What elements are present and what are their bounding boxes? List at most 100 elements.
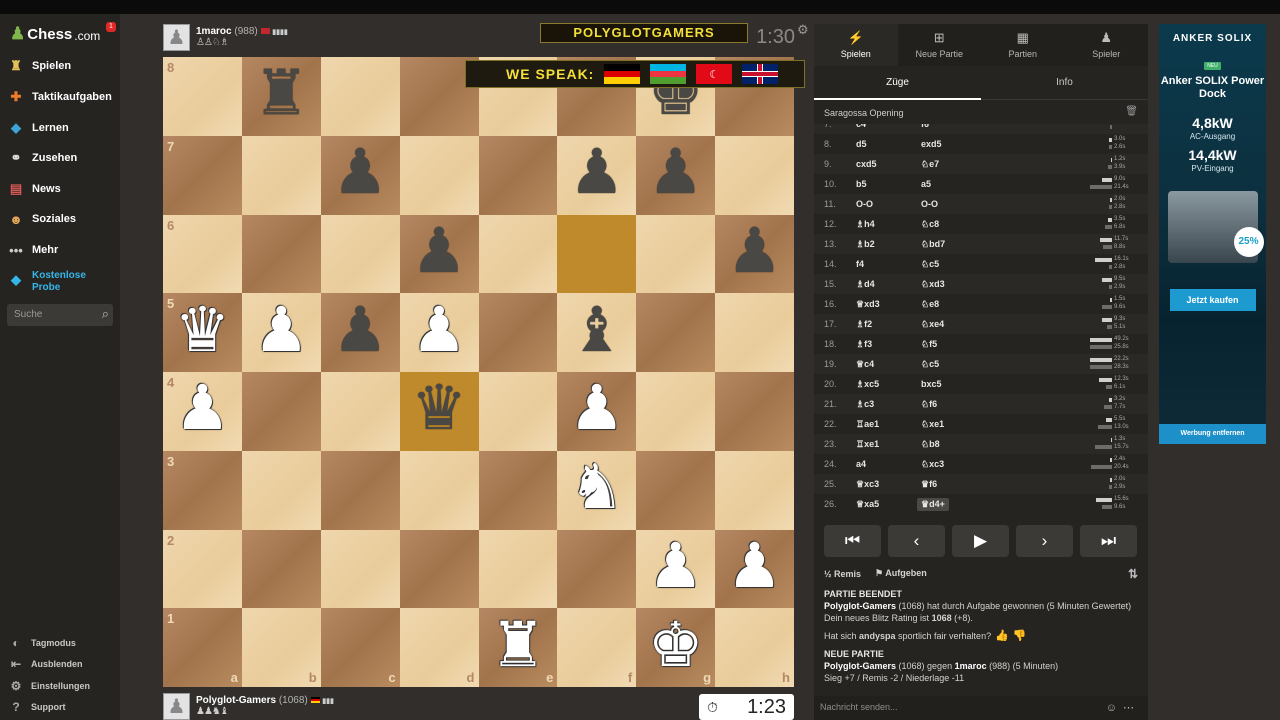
chat-input[interactable]: Nachricht senden... ☺⋯: [814, 696, 1148, 720]
sidebar-item-taktikaufgaben[interactable]: ✚ Taktikaufgaben: [8, 89, 112, 105]
black-piece[interactable]: ♜: [254, 63, 310, 125]
sidebar-item-spielen[interactable]: ♜ Spielen: [8, 58, 71, 74]
thumbs-down-icon[interactable]: 👎: [1013, 630, 1027, 642]
square-c2[interactable]: [320, 529, 400, 609]
black-move[interactable]: ♘f6: [921, 399, 937, 410]
square-d6[interactable]: ♟: [399, 214, 479, 294]
white-move[interactable]: ♗c3: [856, 399, 874, 410]
white-move[interactable]: ♗d4: [856, 279, 875, 290]
black-move[interactable]: ♘f5: [921, 339, 937, 350]
black-piece[interactable]: ♟: [332, 299, 388, 362]
black-move[interactable]: ♛f6: [921, 479, 937, 490]
square-c8[interactable]: [320, 57, 400, 136]
white-move[interactable]: cxd5: [856, 159, 877, 169]
previous-move-button[interactable]: ‹: [888, 525, 945, 557]
opening-name[interactable]: Saragossa Opening: [824, 108, 904, 118]
black-move[interactable]: ♘xe4: [921, 319, 944, 330]
resign-button[interactable]: ⚑ Aufgeben: [875, 568, 927, 579]
black-move[interactable]: ♘xe1: [921, 419, 944, 430]
next-move-button[interactable]: ›: [1016, 525, 1073, 557]
square-h5[interactable]: [715, 293, 794, 372]
square-d5[interactable]: ♟: [399, 293, 479, 372]
square-g7[interactable]: ♟: [636, 135, 716, 215]
trash-icon[interactable]: 🗑: [1125, 106, 1138, 117]
last-move-button[interactable]: ⏭: [1080, 525, 1137, 557]
square-a1[interactable]: 1a: [163, 608, 242, 687]
square-c3[interactable]: [320, 450, 400, 530]
black-piece[interactable]: ♝: [569, 299, 625, 362]
square-b8[interactable]: ♜: [241, 57, 321, 136]
square-c1[interactable]: c: [320, 608, 400, 687]
chat-opponent-link[interactable]: 1maroc: [955, 661, 987, 671]
black-piece[interactable]: ♟: [569, 142, 625, 204]
square-c7[interactable]: ♟: [320, 135, 400, 215]
square-a8[interactable]: 8: [163, 57, 242, 136]
black-move[interactable]: exd5: [921, 139, 942, 149]
tab-info[interactable]: Info: [981, 66, 1148, 99]
square-e1[interactable]: e ♜: [478, 608, 558, 687]
sidebar-item-news[interactable]: ▤ News: [8, 181, 61, 197]
black-move[interactable]: ♘c5: [921, 259, 939, 270]
square-d3[interactable]: [399, 450, 479, 530]
white-move[interactable]: b5: [856, 179, 867, 189]
black-move[interactable]: ♘c8: [921, 219, 939, 230]
square-b5[interactable]: ♟: [241, 293, 321, 372]
chat-opponent-link[interactable]: andyspa: [859, 631, 896, 641]
black-move[interactable]: bxc5: [921, 379, 942, 389]
white-move[interactable]: ♗xc5: [856, 379, 879, 390]
first-move-button[interactable]: ⏮: [824, 525, 881, 557]
black-piece[interactable]: ♟: [648, 142, 704, 204]
black-move[interactable]: ♛d4+: [917, 498, 949, 511]
board-settings-icon[interactable]: ⚙: [797, 22, 809, 38]
sidebar-item-lernen[interactable]: ◆ Lernen: [8, 120, 69, 136]
black-move[interactable]: ♘b8: [921, 439, 940, 450]
player-name[interactable]: Polyglot-Gamers: [196, 695, 276, 706]
black-move[interactable]: ♘bd7: [921, 239, 945, 250]
square-d2[interactable]: [399, 529, 479, 609]
sidebar-daymode[interactable]: ◐ Tagmodus: [9, 636, 75, 650]
chess-board[interactable]: 8 ♜ ♚ 7 ♟ ♟ ♟ 6 ♟ ♟ 5 ♛ ♟ ♟ ♟ ♝ 4 ♟ ♛ ♟ 3 ♞ 2 ♟ ♟ 1 a b c d e ♜ f g ♚ h: [163, 57, 794, 687]
white-move[interactable]: f4: [856, 259, 864, 269]
black-move[interactable]: a5: [921, 179, 931, 189]
square-b1[interactable]: b: [241, 608, 321, 687]
white-piece[interactable]: ♟: [648, 535, 704, 598]
white-move[interactable]: ♕xa5: [856, 499, 879, 510]
white-piece[interactable]: ♟: [569, 378, 625, 440]
square-g1[interactable]: g ♚: [636, 608, 716, 687]
white-piece[interactable]: ♟: [727, 535, 783, 598]
draw-button[interactable]: ½ Remis: [824, 569, 861, 579]
square-g3[interactable]: [636, 450, 716, 530]
tab-partien[interactable]: ▦ Partien: [981, 24, 1065, 66]
white-piece[interactable]: ♚: [648, 614, 704, 677]
square-a7[interactable]: 7: [163, 135, 242, 215]
square-a6[interactable]: 6: [163, 214, 242, 294]
square-e5[interactable]: [478, 293, 558, 372]
white-piece[interactable]: ♟: [411, 299, 467, 362]
square-c6[interactable]: [320, 214, 400, 294]
square-a5[interactable]: 5 ♛: [163, 293, 242, 372]
square-h7[interactable]: [715, 135, 794, 215]
search-icon[interactable]: ⌕: [102, 306, 109, 322]
square-b4[interactable]: [241, 372, 321, 451]
sidebar-item-mehr[interactable]: ••• Mehr: [8, 242, 58, 258]
white-move[interactable]: a4: [856, 459, 866, 469]
white-move[interactable]: ♗f2: [856, 319, 872, 330]
square-f1[interactable]: f: [557, 608, 637, 687]
square-e7[interactable]: [478, 135, 558, 215]
black-move[interactable]: ♘xd3: [921, 279, 945, 290]
square-c4[interactable]: [320, 372, 400, 451]
opponent-avatar[interactable]: ♟: [163, 24, 190, 51]
remove-ads-button[interactable]: Werbung entfernen: [1159, 424, 1266, 444]
move-list[interactable]: 7.c4f67.5s8.d5exd53.0s2.6s9.cxd5♘e71.2s3…: [814, 124, 1148, 516]
black-piece[interactable]: ♛: [411, 378, 467, 440]
white-move[interactable]: ♕xd3: [856, 299, 880, 310]
square-e2[interactable]: [478, 529, 558, 609]
white-move[interactable]: O-O: [856, 199, 873, 209]
square-b6[interactable]: [241, 214, 321, 294]
white-move[interactable]: ♕xc3: [856, 479, 879, 490]
white-move[interactable]: ♖ae1: [856, 419, 879, 430]
square-h4[interactable]: [715, 372, 794, 451]
square-h1[interactable]: h: [715, 608, 794, 687]
black-piece[interactable]: ♟: [411, 220, 467, 283]
square-g4[interactable]: [636, 372, 716, 451]
